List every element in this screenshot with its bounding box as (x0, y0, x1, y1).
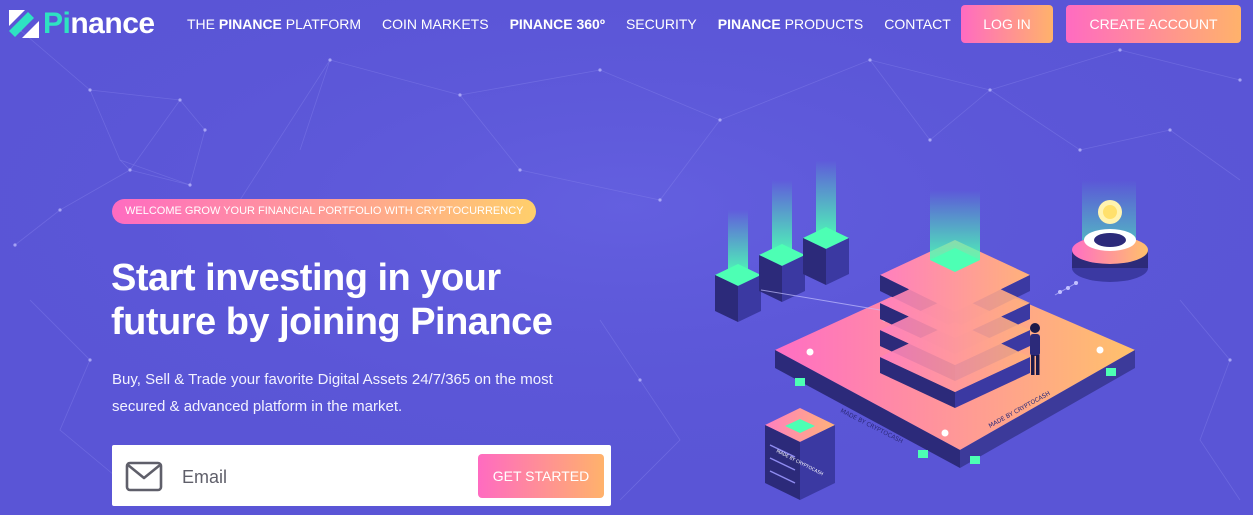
get-started-button[interactable]: GET STARTED (478, 454, 604, 498)
logo-icon (9, 10, 39, 38)
mail-icon (125, 461, 163, 492)
site-header: Pinance THE PINANCE PLATFORM COIN MARKET… (0, 0, 1253, 48)
welcome-badge: WELCOME GROW YOUR FINANCIAL PORTFOLIO WI… (112, 199, 537, 224)
hero-headline: Start investing in your future by joinin… (111, 256, 671, 344)
create-account-button[interactable]: CREATE ACCOUNT (1066, 5, 1241, 43)
nav-contact[interactable]: CONTACT (884, 14, 951, 34)
subtitle-line-2: secured & advanced platform in the marke… (112, 398, 403, 415)
crypto-platform-illustration: MADE BY CRYPTOCASH MADE BY CRYPTOCASH MA… (715, 160, 1148, 500)
nav-security[interactable]: SECURITY (626, 14, 697, 34)
email-input[interactable] (180, 459, 474, 495)
login-button[interactable]: LOG IN (961, 5, 1053, 43)
email-signup-form: GET STARTED (112, 445, 611, 506)
subtitle-line-1: Buy, Sell & Trade your favorite Digital … (112, 371, 553, 388)
hero-subtitle: Buy, Sell & Trade your favorite Digital … (112, 366, 632, 420)
headline-line-2: future by joining Pinance (111, 301, 553, 343)
nav-pinance-360[interactable]: PINANCE 360º (510, 14, 605, 34)
nav-products[interactable]: PINANCE PRODUCTS (718, 14, 863, 34)
nav-coin-markets[interactable]: COIN MARKETS (382, 14, 489, 34)
main-nav: THE PINANCE PLATFORM COIN MARKETS PINANC… (187, 14, 972, 34)
nav-platform[interactable]: THE PINANCE PLATFORM (187, 14, 361, 34)
headline-line-1: Start investing in your (111, 257, 501, 299)
brand-logo[interactable]: Pinance (8, 6, 155, 42)
brand-name: Pinance (43, 7, 155, 40)
